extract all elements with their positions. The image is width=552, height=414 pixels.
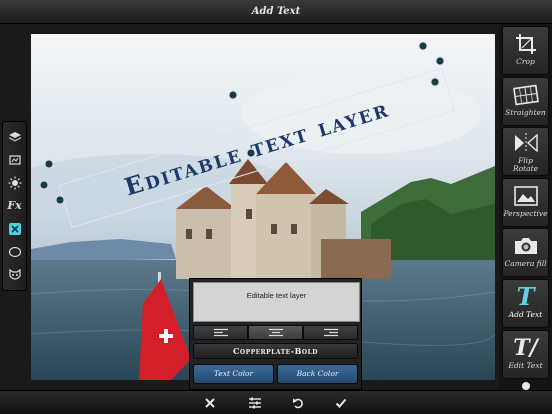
add-text-label: Add Text	[508, 309, 543, 319]
font-selector-button[interactable]: Copperplate-Bold	[193, 343, 358, 359]
camera-fill-label: Camera fill	[504, 259, 547, 269]
crop-button[interactable]: Crop	[502, 26, 549, 76]
straighten-label: Straighten	[505, 107, 546, 117]
flip-rotate-label: Flip Rotate	[513, 157, 538, 173]
close-icon[interactable]	[202, 395, 218, 411]
rotate-label: Rotate	[512, 164, 539, 174]
align-left-icon	[213, 328, 228, 337]
tools-icon[interactable]	[6, 220, 24, 238]
straighten-button[interactable]: Straighten	[502, 76, 549, 126]
flip-rotate-button[interactable]: Flip Rotate	[502, 127, 549, 177]
text-input-field[interactable]: Editable text layer	[193, 282, 360, 322]
bottom-toolbar	[0, 390, 552, 414]
undo-icon[interactable]	[290, 395, 306, 411]
text-edit-panel: Editable text layer Copperplate-Bold Tex…	[189, 278, 362, 390]
edit-text-label: Edit Text	[508, 360, 543, 370]
text-color-button[interactable]: Text Color	[193, 364, 274, 384]
frame-icon[interactable]	[6, 151, 24, 169]
color-buttons: Text Color Back Color	[193, 364, 358, 384]
align-center-icon	[268, 328, 283, 337]
camera-fill-icon	[513, 233, 539, 259]
crop-icon	[514, 31, 538, 57]
effects-icon[interactable]: Fx	[6, 197, 24, 215]
right-tool-panel: Crop Straighten Flip Rotate Perspective …	[499, 24, 552, 390]
sliders-icon[interactable]	[247, 395, 263, 411]
edit-text-button[interactable]: T/ Edit Text	[502, 329, 549, 379]
align-left-button[interactable]	[193, 325, 248, 340]
add-text-button[interactable]: T Add Text	[502, 278, 549, 329]
perspective-button[interactable]: Perspective	[502, 177, 549, 227]
left-toolbar: Fx	[2, 121, 27, 291]
mask-icon[interactable]	[6, 266, 24, 284]
back-color-button[interactable]: Back Color	[277, 364, 358, 384]
crop-label: Crop	[516, 57, 535, 66]
layers-icon[interactable]	[6, 128, 24, 146]
camera-fill-button[interactable]: Camera fill	[502, 228, 549, 278]
perspective-label: Perspective	[503, 208, 548, 218]
adjust-icon[interactable]	[6, 174, 24, 192]
align-center-button[interactable]	[248, 325, 303, 340]
vignette-icon[interactable]	[6, 243, 24, 261]
alignment-control	[193, 325, 358, 340]
add-text-icon: T	[516, 281, 535, 311]
edit-text-icon: T/	[513, 334, 538, 361]
title-bar: Add Text	[0, 0, 552, 24]
align-right-icon	[323, 328, 338, 337]
perspective-icon	[513, 183, 539, 209]
flip-rotate-icon	[513, 130, 539, 156]
checkmark-icon[interactable]	[333, 395, 349, 411]
page-indicator-dot	[521, 382, 530, 390]
window-title: Add Text	[251, 6, 301, 17]
straighten-icon	[512, 82, 539, 108]
align-right-button[interactable]	[303, 325, 358, 340]
